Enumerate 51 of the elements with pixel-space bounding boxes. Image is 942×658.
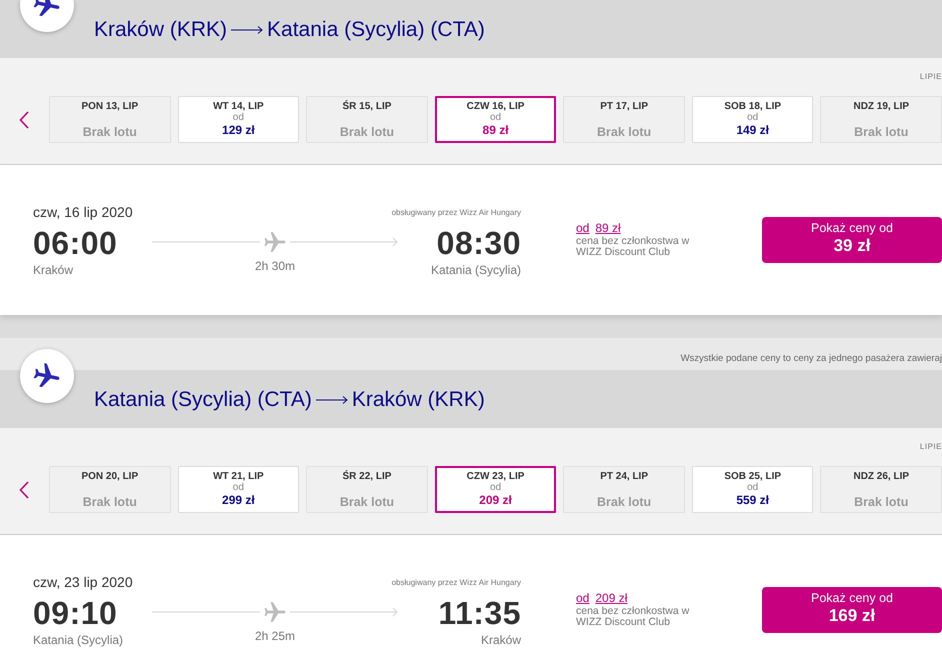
date-option[interactable]: PON 20, LIP Brak lotu [49, 466, 171, 513]
date-option[interactable]: WT 14, LIP od 129 zł [178, 96, 300, 143]
date-option[interactable]: PON 13, LIP Brak lotu [49, 96, 171, 143]
chevron-left-icon[interactable] [19, 110, 29, 128]
operator-text: obsługiwany przez Wizz Air Hungary [392, 208, 521, 218]
date-option[interactable]: PT 24, LIP Brak lotu [563, 466, 685, 513]
date-option[interactable]: NDZ 26, LIP Brak lotu [820, 466, 942, 513]
date-option[interactable]: NDZ 19, LIP Brak lotu [820, 96, 942, 143]
airplane-icon [19, 0, 75, 33]
departure-city: Katania (Sycylia) [33, 632, 124, 648]
origin-airport: Katania (Sycylia) (CTA) [94, 386, 312, 412]
date-option[interactable]: SOB 25, LIP od 559 zł [692, 466, 814, 513]
airplane-icon [264, 601, 286, 623]
date-option[interactable]: SOB 18, LIP od 149 zł [692, 96, 814, 143]
price-notice: Wszystkie podane ceny to ceny za jednego pasażera zawieraj [680, 353, 942, 365]
flight-date: czw, 23 lip 2020 [33, 573, 133, 591]
show-prices-button[interactable]: Pokaż ceny od 39 zł [762, 217, 942, 263]
show-prices-button[interactable]: Pokaż ceny od 169 zł [762, 587, 942, 633]
fare-from-link[interactable]: od [576, 220, 590, 236]
destination-airport: Kraków (KRK) [352, 386, 485, 412]
arrival-city: Kraków [480, 632, 521, 648]
month-label: LIPIE [920, 72, 942, 82]
fare-price-link[interactable]: 89 zł [595, 220, 621, 236]
arrow-right-icon [231, 24, 264, 34]
date-option[interactable]: ŚR 22, LIP Brak lotu [306, 466, 428, 513]
date-option[interactable]: ŚR 15, LIP Brak lotu [306, 96, 428, 143]
fare-price-link[interactable]: 209 zł [595, 590, 628, 606]
arrival-time: 08:30 [436, 226, 521, 260]
airplane-icon [19, 348, 75, 404]
date-option[interactable]: WT 21, LIP od 299 zł [178, 466, 300, 513]
departure-time: 06:00 [33, 226, 118, 260]
arrow-right-icon [316, 394, 348, 404]
flight-duration: 2h 30m [254, 259, 296, 273]
date-option[interactable]: PT 17, LIP Brak lotu [563, 96, 685, 143]
fare-note: cena bez członkostwa w WIZZ Discount Club [576, 236, 690, 258]
month-label: LIPIE [920, 442, 942, 452]
operator-text: obsługiwany przez Wizz Air Hungary [392, 578, 521, 588]
destination-airport: Katania (Sycylia) (CTA) [267, 16, 485, 42]
departure-time: 09:10 [33, 596, 118, 630]
flight-date: czw, 16 lip 2020 [33, 203, 133, 221]
fare-note: cena bez członkostwa w WIZZ Discount Club [576, 606, 690, 628]
flight-duration: 2h 25m [254, 629, 296, 643]
date-option[interactable]: CZW 23, LIP od 209 zł [434, 466, 556, 513]
origin-airport: Kraków (KRK) [94, 16, 228, 42]
chevron-left-icon[interactable] [19, 480, 29, 498]
arrival-time: 11:35 [437, 596, 521, 630]
arrival-city: Katania (Sycylia) [430, 262, 521, 278]
departure-city: Kraków [33, 262, 74, 278]
fare-from-link[interactable]: od [576, 590, 590, 606]
date-option[interactable]: CZW 16, LIP od 89 zł [434, 96, 556, 143]
airplane-icon [264, 231, 286, 253]
